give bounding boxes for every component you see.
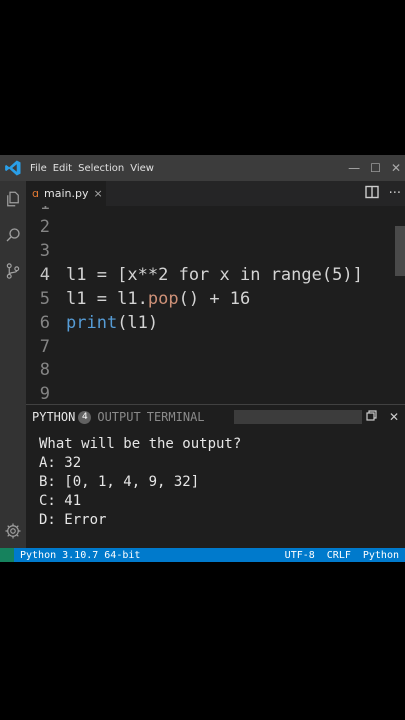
status-right: UTF-8 CRLF Python	[285, 548, 399, 562]
search-icon[interactable]	[3, 225, 23, 245]
maximize-button[interactable]: ☐	[370, 161, 381, 175]
vscode-logo-icon	[0, 155, 26, 181]
menu-file[interactable]: File	[30, 163, 47, 174]
explorer-icon[interactable]	[3, 189, 23, 209]
editor-scrollbar[interactable]	[395, 226, 405, 276]
problems-count-badge: 4	[78, 410, 92, 424]
minimize-button[interactable]: —	[348, 161, 360, 175]
tab-filename: main.py	[43, 187, 89, 200]
encoding[interactable]: UTF-8	[285, 550, 315, 561]
split-editor-icon[interactable]	[364, 185, 379, 203]
vscode-window: File Edit Selection View — ☐ ✕ ɑ main.py…	[0, 155, 405, 562]
bottom-panel: PYTHON 4 OUTPUT TERMINAL ✕ What will be …	[26, 404, 405, 548]
status-bar: Python 3.10.7 64-bit UTF-8 CRLF Python	[0, 548, 405, 562]
python-file-icon: ɑ	[32, 187, 39, 200]
activity-bar	[0, 181, 26, 548]
close-panel-icon[interactable]: ✕	[389, 410, 399, 424]
editor-tabs: ɑ main.py × ···	[26, 181, 405, 206]
output-line: What will be the output?	[39, 436, 242, 452]
more-actions-icon[interactable]: ···	[389, 186, 401, 201]
line-number: 2	[39, 217, 50, 237]
tab-main-py[interactable]: ɑ main.py ×	[26, 181, 106, 206]
python-interpreter[interactable]: Python 3.10.7 64-bit	[20, 550, 140, 561]
output-line: D: Error	[39, 512, 107, 528]
tab-terminal[interactable]: TERMINAL	[147, 410, 205, 424]
line-number: 1	[34, 206, 50, 214]
remote-indicator[interactable]	[0, 548, 14, 562]
line-number: 5	[39, 289, 50, 309]
status-left: Python 3.10.7 64-bit	[0, 548, 140, 562]
line-number: 4	[39, 265, 50, 285]
source-control-icon[interactable]	[3, 261, 23, 281]
tab-python[interactable]: PYTHON	[32, 410, 75, 424]
code-editor[interactable]: 1 2 3 4 5 6 7 8 9 l1 = [x**2 for x in ra…	[26, 206, 405, 404]
output-line: C: 41	[39, 493, 82, 509]
tab-output[interactable]: OUTPUT	[97, 410, 140, 424]
code-line-4[interactable]: l1 = [x**2 for x in range(5)]	[66, 265, 363, 285]
menu-edit[interactable]: Edit	[53, 163, 72, 174]
line-number: 6	[39, 313, 50, 333]
output-line: A: 32	[39, 455, 82, 471]
editor-actions: ···	[364, 181, 401, 206]
menu-bar: File Edit Selection View	[30, 163, 154, 174]
code-line-6[interactable]: print(l1)	[66, 313, 158, 333]
line-number: 8	[39, 360, 50, 380]
tab-close-icon[interactable]: ×	[93, 187, 102, 200]
panel-actions: ✕	[366, 405, 399, 429]
close-window-button[interactable]: ✕	[391, 161, 401, 175]
line-number: 9	[39, 384, 50, 404]
line-number: 3	[39, 241, 50, 261]
settings-gear-icon[interactable]	[3, 521, 23, 541]
window-controls: — ☐ ✕	[348, 155, 401, 181]
menu-view[interactable]: View	[130, 163, 154, 174]
title-bar: File Edit Selection View — ☐ ✕	[0, 155, 405, 181]
language-mode[interactable]: Python	[363, 550, 399, 561]
panel-filter-input[interactable]	[234, 410, 362, 424]
maximize-panel-icon[interactable]	[366, 410, 377, 424]
line-ending[interactable]: CRLF	[327, 550, 351, 561]
code-line-5[interactable]: l1 = l1.pop() + 16	[66, 289, 250, 309]
output-line: B: [0, 1, 4, 9, 32]	[39, 474, 200, 490]
menu-selection[interactable]: Selection	[78, 163, 124, 174]
line-number: 7	[39, 337, 50, 357]
